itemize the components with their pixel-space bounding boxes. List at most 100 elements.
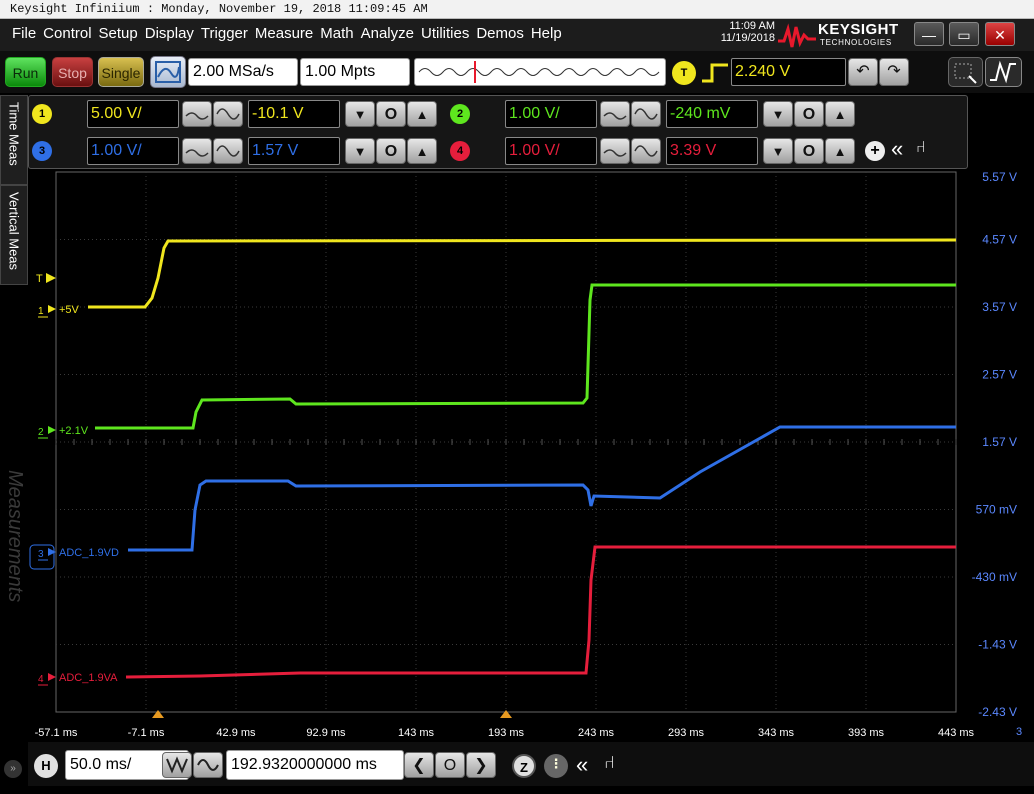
pin-icon[interactable]: ⑁ [604, 752, 615, 773]
channel-4-scale[interactable]: 1.00 V/ [505, 137, 597, 165]
menu-demos[interactable]: Demos [476, 25, 531, 42]
panel-pin-icon[interactable]: ⑁ [916, 139, 926, 157]
time-meas-tab[interactable]: Time Meas [0, 95, 28, 185]
channel-3-offset-up-button[interactable]: ▲ [407, 138, 437, 164]
channel-3-offset[interactable]: 1.57 V [248, 137, 340, 165]
horizontal-badge[interactable]: H [34, 754, 58, 778]
ch4-trace [125, 545, 956, 679]
touch-mode-button[interactable] [985, 57, 1022, 87]
run-button[interactable]: Run [5, 57, 46, 87]
close-button[interactable]: ✕ [985, 22, 1015, 46]
ch1-marker-label: +5V [59, 304, 80, 316]
menu-utilities[interactable]: Utilities [421, 25, 476, 42]
position-left-button[interactable]: ❮ [404, 752, 434, 778]
channel-4-coarse-button[interactable] [631, 138, 661, 164]
ch3-marker-arrow-icon[interactable] [48, 548, 56, 556]
menu-trigger[interactable]: Trigger [201, 25, 255, 42]
menu-help[interactable]: Help [531, 25, 569, 42]
coarse-wave-icon [634, 108, 658, 120]
collapse-panel-icon[interactable]: « [891, 136, 903, 162]
y-tick-label: -1.43 V [978, 638, 1017, 652]
position-zero-button[interactable]: Ο [435, 752, 465, 778]
channel-2-offset[interactable]: -240 mV [666, 100, 758, 128]
undo-button[interactable]: ↶ [848, 58, 878, 86]
menu-dots-button[interactable]: ⋮ [544, 754, 568, 778]
expand-left-icon[interactable]: » [4, 760, 22, 778]
channel-2-offset-down-button[interactable]: ▼ [763, 101, 793, 127]
channel-3-badge[interactable]: 3 [32, 141, 52, 161]
y-tick-label: -2.43 V [978, 705, 1017, 719]
x-tick-label: 343 ms [758, 727, 795, 739]
channel-2-coarse-button[interactable] [631, 101, 661, 127]
channel-3-coarse-button[interactable] [213, 138, 243, 164]
menu-measure[interactable]: Measure [255, 25, 320, 42]
channel-1-coarse-button[interactable] [213, 101, 243, 127]
brand-name: KEYSIGHT [818, 21, 899, 38]
horizontal-position-field[interactable]: 192.9320000000 ms [226, 750, 404, 780]
single-button[interactable]: Single [98, 57, 144, 87]
ch4-marker-arrow-icon[interactable] [48, 673, 56, 681]
zoom-badge[interactable]: Z [512, 754, 536, 778]
ch3-marker-number: 3 [38, 549, 44, 560]
add-channel-button[interactable]: + [865, 141, 885, 161]
measurements-watermark: Measurements [4, 470, 26, 603]
channel-1-offset[interactable]: -10.1 V [248, 100, 340, 128]
timebase-shrink-button[interactable] [193, 752, 223, 778]
trigger-level-field[interactable]: 2.240 V [731, 58, 846, 86]
waveform-overview[interactable] [414, 58, 666, 86]
channel-2-fine-button[interactable] [600, 101, 630, 127]
channel-3-scale[interactable]: 1.00 V/ [87, 137, 179, 165]
autoscale-button[interactable] [150, 56, 186, 88]
timebase-zoom-button[interactable] [162, 752, 192, 778]
ch3-marker-box[interactable] [29, 544, 55, 570]
channel-2-badge[interactable]: 2 [450, 104, 470, 124]
ch1-marker-arrow-icon[interactable] [48, 305, 56, 313]
maximize-button[interactable]: ▭ [949, 22, 979, 46]
menu-display[interactable]: Display [145, 25, 201, 42]
trigger-level-marker[interactable]: T [36, 273, 43, 285]
channel-1-fine-button[interactable] [182, 101, 212, 127]
memory-depth-field[interactable]: 1.00 Mpts [300, 58, 410, 86]
channel-panel: 1 5.00 V/-10.1 V ▼ Ο ▲ 2 1.00 V/-240 mV ▼ Ο ▲ 3 1.0… [28, 95, 968, 169]
channel-1-offset-down-button[interactable]: ▼ [345, 101, 375, 127]
channel-4-badge[interactable]: 4 [450, 141, 470, 161]
trigger-time-marker[interactable] [500, 710, 512, 718]
channel-1-badge[interactable]: 1 [32, 104, 52, 124]
channel-4-offset-zero-button[interactable]: Ο [794, 138, 824, 164]
position-right-button[interactable]: ❯ [466, 752, 496, 778]
menu-math[interactable]: Math [320, 25, 360, 42]
y-tick-label: -430 mV [972, 570, 1017, 584]
fine-wave-icon [185, 112, 209, 120]
minimize-button[interactable]: — [914, 22, 944, 46]
sample-rate-field[interactable]: 2.00 MSa/s [188, 58, 298, 86]
channel-4-offset[interactable]: 3.39 V [666, 137, 758, 165]
channel-3-fine-button[interactable] [182, 138, 212, 164]
channel-4-fine-button[interactable] [600, 138, 630, 164]
channel-3-offset-zero-button[interactable]: Ο [376, 138, 406, 164]
ch2-marker-arrow-icon[interactable] [48, 426, 56, 434]
rising-edge-icon[interactable] [700, 61, 730, 85]
redo-button[interactable]: ↷ [879, 58, 909, 86]
menu-analyze[interactable]: Analyze [361, 25, 421, 42]
vertical-meas-tab[interactable]: Vertical Meas [0, 185, 28, 285]
menu-file[interactable]: File [12, 25, 43, 42]
x-tick-label: 393 ms [848, 727, 885, 739]
zoom-select-button[interactable] [948, 57, 983, 87]
channel-1-scale[interactable]: 5.00 V/ [87, 100, 179, 128]
stop-button[interactable]: Stop [52, 57, 93, 87]
trigger-badge[interactable]: T [672, 61, 696, 85]
channel-2-offset-up-button[interactable]: ▲ [825, 101, 855, 127]
channel-4-offset-up-button[interactable]: ▲ [825, 138, 855, 164]
channel-1-offset-zero-button[interactable]: Ο [376, 101, 406, 127]
keysight-logo: KEYSIGHT TECHNOLOGIES [778, 21, 908, 49]
channel-3-offset-down-button[interactable]: ▼ [345, 138, 375, 164]
menu-setup[interactable]: Setup [99, 25, 145, 42]
channel-4-offset-down-button[interactable]: ▼ [763, 138, 793, 164]
zoom-box-icon [954, 63, 977, 84]
channel-2-scale[interactable]: 1.00 V/ [505, 100, 597, 128]
collapse-left-icon[interactable]: « [576, 752, 588, 778]
channel-2-offset-zero-button[interactable]: Ο [794, 101, 824, 127]
menu-control[interactable]: Control [43, 25, 98, 42]
trigger-time-marker[interactable] [152, 710, 164, 718]
channel-1-offset-up-button[interactable]: ▲ [407, 101, 437, 127]
